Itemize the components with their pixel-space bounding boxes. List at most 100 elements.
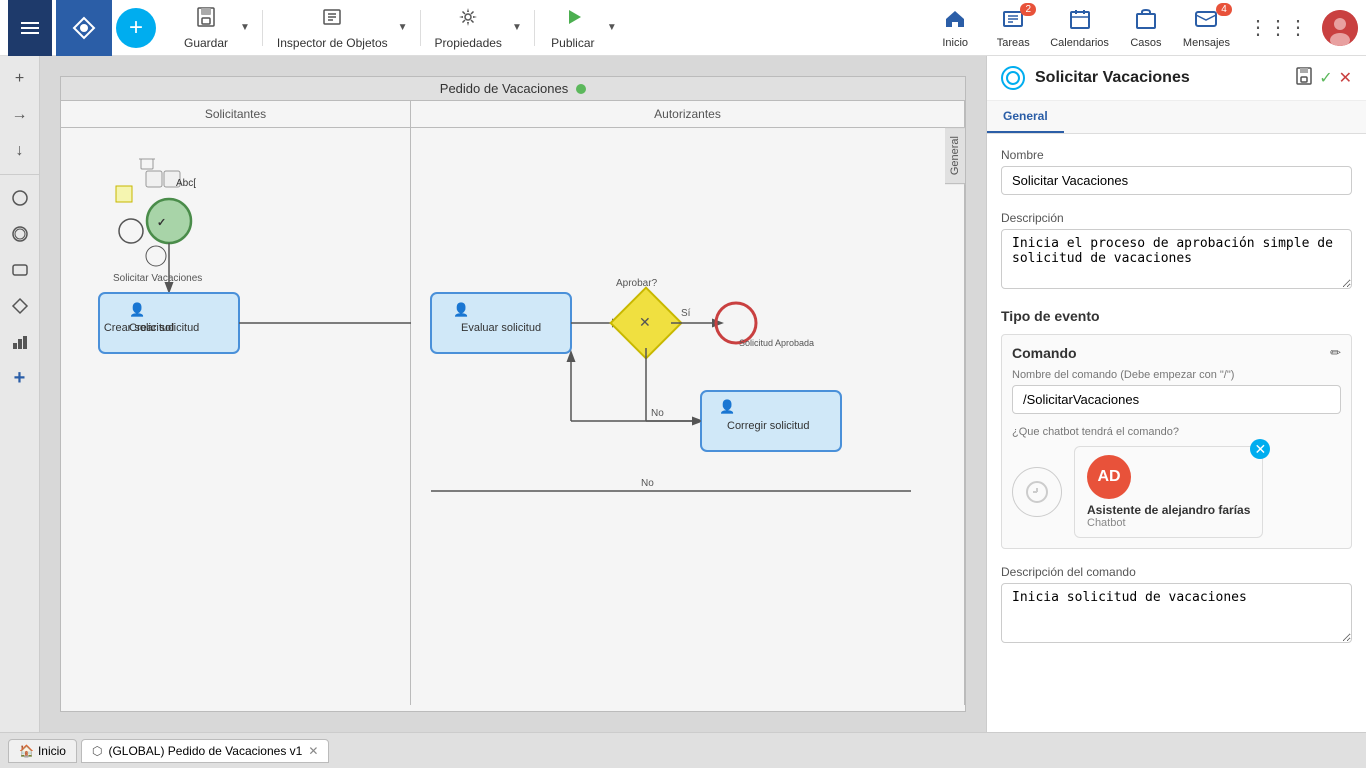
mensajes-icon <box>1194 7 1218 37</box>
nav-casos[interactable]: Casos <box>1121 7 1171 49</box>
general-tab-vertical[interactable]: General <box>945 127 966 184</box>
chatbot-type: Chatbot <box>1087 517 1250 529</box>
rect-tool[interactable] <box>5 255 35 285</box>
toolbar: + Guardar ▼ <box>0 0 1366 56</box>
comando-title: Comando <box>1012 345 1077 361</box>
nav-mensajes[interactable]: 4 Mensajes <box>1179 7 1234 49</box>
bottom-tab-diagram[interactable]: ⬡ (GLOBAL) Pedido de Vacaciones v1 ✕ <box>81 739 329 763</box>
grid-button[interactable]: ⋮⋮⋮ <box>1242 15 1314 40</box>
tab-general[interactable]: General <box>987 101 1064 133</box>
properties-button[interactable]: Propiedades <box>429 3 508 53</box>
diagram-body: Solicitantes Abc[ <box>61 101 965 705</box>
publish-caret[interactable]: ▼ <box>603 22 621 33</box>
inspector-icon <box>321 6 343 34</box>
save-label: Guardar <box>184 36 228 50</box>
add-button[interactable]: + <box>116 8 156 48</box>
inspector-group: Inspector de Objetos ▼ <box>271 3 412 53</box>
nav-right-button[interactable]: → <box>5 100 35 130</box>
svg-text:👤: 👤 <box>453 302 469 317</box>
nav-calendarios[interactable]: Calendarios <box>1046 7 1113 49</box>
circle2-tool[interactable] <box>5 219 35 249</box>
diagram-container: Pedido de Vacaciones Solicitantes <box>60 76 966 712</box>
field-group-desc: Descripción Inicia el proceso de aprobac… <box>1001 211 1352 292</box>
comando-box: Comando ✏ Nombre del comando (Debe empez… <box>1001 334 1352 549</box>
publish-group: Publicar ▼ <box>543 3 621 53</box>
inspector-caret[interactable]: ▼ <box>394 22 412 33</box>
canvas-area: Pedido de Vacaciones Solicitantes <box>40 56 986 732</box>
svg-text:✓: ✓ <box>157 217 166 229</box>
svg-text:Solicitud Aprobada: Solicitud Aprobada <box>739 338 814 348</box>
panel-actions: ✓ ✕ <box>1295 67 1352 90</box>
field-group-cmd-desc: Descripción del comando Inicia solicitud… <box>1001 565 1352 646</box>
svg-text:Sí: Sí <box>681 308 691 319</box>
mensajes-label: Mensajes <box>1183 37 1230 49</box>
tareas-label: Tareas <box>997 37 1030 49</box>
nombre-input[interactable] <box>1001 166 1352 195</box>
svg-text:No: No <box>651 408 664 419</box>
save-panel-button[interactable] <box>1295 67 1313 90</box>
add-element-button[interactable]: + <box>5 363 35 393</box>
properties-caret[interactable]: ▼ <box>508 22 526 33</box>
diagram-title: Pedido de Vacaciones <box>440 81 568 96</box>
save-button[interactable]: Guardar <box>176 3 236 53</box>
diagram-tab-label: (GLOBAL) Pedido de Vacaciones v1 <box>108 744 302 758</box>
calendarios-label: Calendarios <box>1050 37 1109 49</box>
lane1-label: Solicitantes <box>61 101 410 128</box>
swim-lane-autorizantes: Autorizantes 👤 Evaluar solicitud <box>411 101 965 705</box>
chatbot-avatar: AD <box>1087 455 1131 499</box>
chatbot-remove-button[interactable]: ✕ <box>1250 439 1270 459</box>
diagram-tab-icon: ⬡ <box>92 744 102 758</box>
diamond-tool[interactable] <box>5 291 35 321</box>
diagram-header: Pedido de Vacaciones <box>61 77 965 101</box>
desc-textarea[interactable]: Inicia el proceso de aprobación simple d… <box>1001 229 1352 289</box>
svg-text:✕: ✕ <box>639 314 651 330</box>
hamburger-menu[interactable] <box>8 0 52 56</box>
publish-button[interactable]: Publicar <box>543 3 603 53</box>
close-panel-button[interactable]: ✕ <box>1339 67 1352 90</box>
swim-lane-solicitantes: Solicitantes Abc[ <box>61 101 411 705</box>
bottom-tab-home[interactable]: 🏠 Inicio <box>8 739 77 763</box>
comando-header: Comando ✏ <box>1012 345 1341 361</box>
publish-label: Publicar <box>551 36 594 50</box>
svg-text:Evaluar solicitud: Evaluar solicitud <box>461 322 541 334</box>
properties-icon <box>457 6 479 34</box>
cmd-desc-textarea[interactable]: Inicia solicitud de vacaciones <box>1001 583 1352 643</box>
top-nav: Inicio 2 Tareas <box>930 7 1358 49</box>
save-caret[interactable]: ▼ <box>236 22 254 33</box>
sep2 <box>420 10 421 46</box>
zoom-in-button[interactable]: + <box>5 64 35 94</box>
properties-group: Propiedades ▼ <box>429 3 526 53</box>
sep3 <box>534 10 535 46</box>
casos-icon <box>1134 7 1158 37</box>
inicio-label: Inicio <box>942 37 968 49</box>
nav-down-button[interactable]: ↓ <box>5 136 35 166</box>
circle-tool[interactable] <box>5 183 35 213</box>
panel-header: Solicitar Vacaciones ✓ ✕ <box>987 56 1366 101</box>
lane1-svg: Abc[ ✓ Solicitar Vacaciones 👤 Crear soli… <box>61 131 411 705</box>
panel-title: Solicitar Vacaciones <box>1035 69 1285 87</box>
svg-text:👤: 👤 <box>129 302 145 317</box>
svg-text:No: No <box>641 478 654 489</box>
nav-tareas[interactable]: 2 Tareas <box>988 7 1038 49</box>
mensajes-badge: 4 <box>1216 3 1232 16</box>
save-icon <box>195 6 217 34</box>
chatbot-question-label: ¿Que chatbot tendrá el comando? <box>1012 426 1341 438</box>
close-tab-button[interactable]: ✕ <box>308 744 318 758</box>
confirm-button[interactable]: ✓ <box>1319 67 1332 90</box>
nav-inicio[interactable]: Inicio <box>930 7 980 49</box>
svg-text:Abc[: Abc[ <box>176 178 196 189</box>
nombre-label: Nombre <box>1001 148 1352 162</box>
bottom-bar: 🏠 Inicio ⬡ (GLOBAL) Pedido de Vacaciones… <box>0 732 1366 768</box>
chart-tool[interactable] <box>5 327 35 357</box>
comando-input[interactable] <box>1012 385 1341 414</box>
user-avatar[interactable] <box>1322 10 1358 46</box>
inspector-button[interactable]: Inspector de Objetos <box>271 3 394 53</box>
event-icon <box>1001 66 1025 90</box>
chatbot-row: ✕ AD Asistente de alejandro farías Chatb… <box>1012 446 1341 538</box>
calendarios-icon <box>1068 7 1092 37</box>
edit-icon[interactable]: ✏ <box>1330 345 1341 361</box>
svg-text:👤: 👤 <box>719 399 735 414</box>
chatbot-card: ✕ AD Asistente de alejandro farías Chatb… <box>1074 446 1263 538</box>
casos-label: Casos <box>1130 37 1161 49</box>
main-container: + → ↓ + Pedido de Vacaciones <box>0 56 1366 732</box>
